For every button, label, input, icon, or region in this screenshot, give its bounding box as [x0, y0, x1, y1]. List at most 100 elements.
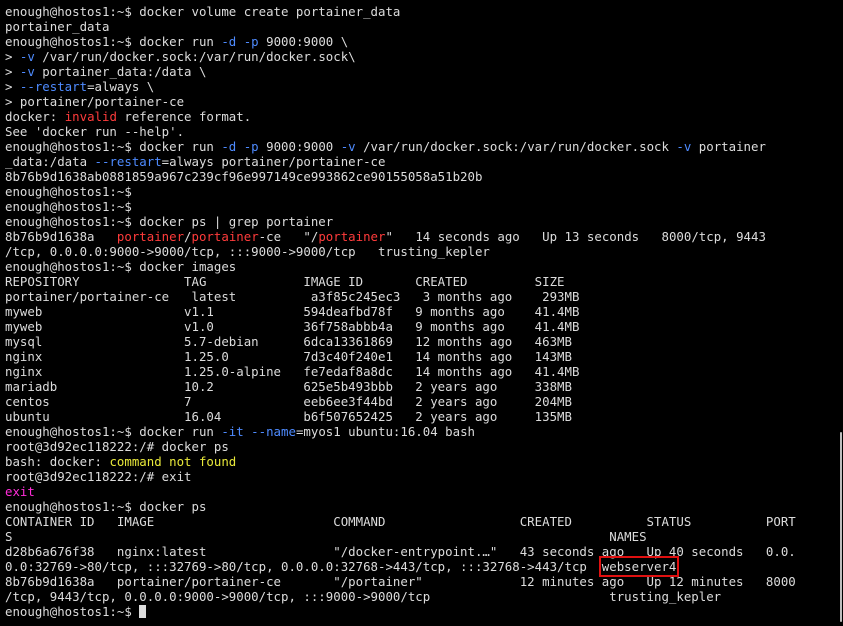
terminal-text: enough@hostos1:~$ — [5, 184, 132, 199]
terminal-line: > -v portainer_data:/data \ — [5, 64, 796, 79]
terminal-text: See 'docker run --help'. — [5, 124, 185, 139]
terminal-text: enough@hostos1:~$ docker run — [5, 34, 222, 49]
terminal-text: -d -p — [221, 34, 259, 49]
terminal-text: command not found — [109, 454, 237, 469]
terminal-output: enough@hostos1:~$ docker volume create p… — [5, 4, 796, 619]
terminal-text: ubuntu 16.04 b6f507652425 2 years ago 13… — [5, 409, 572, 424]
terminal-text: d28b6a676f38 nginx:latest "/docker-entry… — [5, 544, 796, 559]
terminal-text: nginx 1.25.0 7d3c40f240e1 14 months ago … — [5, 349, 572, 364]
terminal-line: REPOSITORY TAG IMAGE ID CREATED SIZE — [5, 274, 796, 289]
terminal-line: nginx 1.25.0-alpine fe7edaf8a8dc 14 mont… — [5, 364, 796, 379]
terminal-text: enough@hostos1:~$ — [5, 199, 132, 214]
terminal-text: myweb v1.0 36f758abbb4a 9 months ago 41.… — [5, 319, 580, 334]
terminal-text: docker: — [5, 109, 65, 124]
terminal-line: d28b6a676f38 nginx:latest "/docker-entry… — [5, 544, 796, 559]
terminal-text: portainer — [318, 229, 386, 244]
terminal-text: myweb v1.1 594deafbd78f 9 months ago 41.… — [5, 304, 580, 319]
terminal-text: -v — [19, 49, 35, 64]
terminal-line: portainer_data — [5, 19, 796, 34]
terminal-line: root@3d92ec118222:/# exit — [5, 469, 796, 484]
terminal-text: /tcp, 0.0.0.0:9000->9000/tcp, :::9000->9… — [5, 244, 490, 259]
terminal-text: portainer — [116, 229, 185, 244]
terminal-line: 8b76b9d1638a portainer/portainer-ce "/po… — [5, 229, 796, 244]
terminal-line: enough@hostos1:~$ — [5, 184, 796, 199]
terminal-line: enough@hostos1:~$ docker ps — [5, 499, 796, 514]
terminal-text: bash: docker: — [5, 454, 110, 469]
terminal-text: " 14 seconds ago Up 13 seconds 8000/tcp,… — [385, 229, 766, 244]
terminal-text: mysql 5.7-debian 6dca13361869 12 months … — [5, 334, 572, 349]
terminal-line: > -v /var/run/docker.sock:/var/run/docke… — [5, 49, 796, 64]
terminal-line: docker: invalid reference format. — [5, 109, 796, 124]
terminal-line: centos 7 eeb6ee3f44bd 2 years ago 204MB — [5, 394, 796, 409]
terminal-line: CONTAINER ID IMAGE COMMAND CREATED STATU… — [5, 514, 796, 529]
terminal-text: enough@hostos1:~$ docker run — [5, 424, 222, 439]
terminal-text: invalid — [64, 109, 117, 124]
terminal-text: 9000:9000 — [258, 139, 341, 154]
terminal-line: enough@hostos1:~$ docker run -d -p 9000:… — [5, 34, 796, 49]
terminal-text: enough@hostos1:~$ docker images — [5, 259, 237, 274]
terminal-text: /var/run/docker.sock:/var/run/docker.soc… — [34, 49, 356, 64]
terminal-line: /tcp, 0.0.0.0:9000->9000/tcp, :::9000->9… — [5, 244, 796, 259]
terminal-text: -v — [340, 139, 356, 154]
terminal-line: > --restart=always \ — [5, 79, 796, 94]
terminal-line: mysql 5.7-debian 6dca13361869 12 months … — [5, 334, 796, 349]
terminal-text: /tcp, 9443/tcp, 0.0.0.0:9000->9000/tcp, … — [5, 589, 722, 604]
terminal-text: --restart — [94, 154, 162, 169]
terminal-line: > portainer/portainer-ce — [5, 94, 796, 109]
terminal-line: 0.0:32769->80/tcp, :::32769->80/tcp, 0.0… — [5, 556, 796, 577]
terminal-text: portainer — [191, 229, 259, 244]
terminal-text: -v — [676, 139, 692, 154]
terminal-window[interactable]: enough@hostos1:~$ docker volume create p… — [0, 0, 843, 626]
terminal-text: enough@hostos1:~$ docker ps — [5, 499, 207, 514]
terminal-line: /tcp, 9443/tcp, 0.0.0.0:9000->9000/tcp, … — [5, 589, 796, 604]
terminal-text: > — [5, 79, 20, 94]
terminal-line: portainer/portainer-ce latest a3f85c245e… — [5, 289, 796, 304]
terminal-text: mariadb 10.2 625e5b493bbb 2 years ago 33… — [5, 379, 572, 394]
terminal-text: enough@hostos1:~$ docker run — [5, 139, 222, 154]
terminal-text: enough@hostos1:~$ — [5, 604, 140, 619]
terminal-text: --restart — [19, 79, 88, 94]
terminal-text: root@3d92ec118222:/# docker ps — [5, 439, 229, 454]
terminal-text: exit — [5, 484, 35, 499]
terminal-line: enough@hostos1:~$ — [5, 604, 796, 619]
terminal-text: portainer_data:/data \ — [34, 64, 207, 79]
terminal-text: 8b76b9d1638a — [5, 229, 117, 244]
terminal-text: nginx 1.25.0-alpine fe7edaf8a8dc 14 mont… — [5, 364, 580, 379]
terminal-line: nginx 1.25.0 7d3c40f240e1 14 months ago … — [5, 349, 796, 364]
terminal-text: /var/run/docker.sock:/var/run/docker.soc… — [355, 139, 677, 154]
terminal-line: enough@hostos1:~$ docker run -d -p 9000:… — [5, 139, 796, 154]
terminal-text: =always \ — [87, 79, 155, 94]
terminal-text: CONTAINER ID IMAGE COMMAND CREATED STATU… — [5, 514, 796, 529]
terminal-line: enough@hostos1:~$ docker run -it --name=… — [5, 424, 796, 439]
scrollbar-thumb[interactable] — [840, 432, 842, 622]
terminal-line: enough@hostos1:~$ — [5, 199, 796, 214]
terminal-text: 8b76b9d1638ab0881859a967c239cf96e997149c… — [5, 169, 483, 184]
terminal-line: exit — [5, 484, 796, 499]
highlighted-container-name: webserver4 — [598, 556, 680, 577]
terminal-line: myweb v1.1 594deafbd78f 9 months ago 41.… — [5, 304, 796, 319]
terminal-text: portainer/portainer-ce latest a3f85c245e… — [5, 289, 580, 304]
terminal-line: enough@hostos1:~$ docker volume create p… — [5, 4, 796, 19]
terminal-line: S NAMES — [5, 529, 796, 544]
terminal-text: 0.0:32769->80/tcp, :::32769->80/tcp, 0.0… — [5, 559, 602, 574]
terminal-text: -v — [19, 64, 35, 79]
terminal-text: root@3d92ec118222:/# exit — [5, 469, 192, 484]
terminal-text: =always portainer/portainer-ce — [161, 154, 386, 169]
terminal-line: ubuntu 16.04 b6f507652425 2 years ago 13… — [5, 409, 796, 424]
terminal-text: 9000:9000 \ — [258, 34, 349, 49]
terminal-text: -it --name — [221, 424, 296, 439]
terminal-text: =myos1 ubuntu:16.04 bash — [295, 424, 475, 439]
terminal-text: / — [184, 229, 192, 244]
terminal-line: mariadb 10.2 625e5b493bbb 2 years ago 33… — [5, 379, 796, 394]
terminal-text: 8b76b9d1638a portainer/portainer-ce "/po… — [5, 574, 796, 589]
terminal-text: -d -p — [221, 139, 259, 154]
terminal-line: enough@hostos1:~$ docker ps | grep porta… — [5, 214, 796, 229]
terminal-line: _data:/data --restart=always portainer/p… — [5, 154, 796, 169]
terminal-text: reference format. — [116, 109, 252, 124]
scrollbar[interactable] — [837, 0, 843, 626]
terminal-text: _data:/data — [5, 154, 95, 169]
terminal-line: enough@hostos1:~$ docker images — [5, 259, 796, 274]
terminal-text: portainer — [691, 139, 766, 154]
terminal-text: S NAMES — [5, 529, 647, 544]
terminal-cursor — [139, 605, 147, 618]
